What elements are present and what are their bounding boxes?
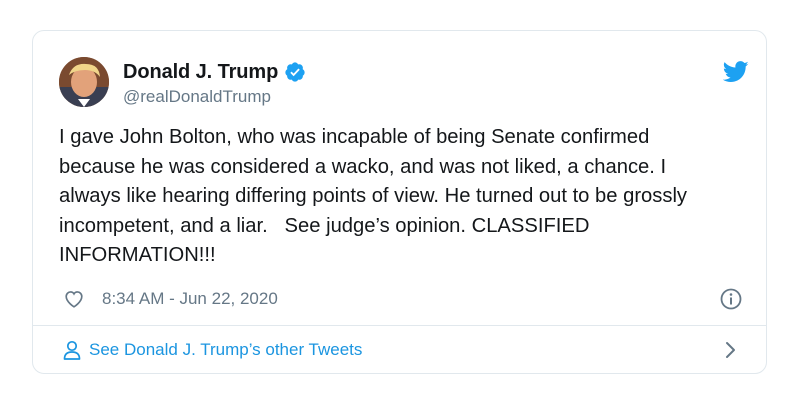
verified-badge-icon <box>284 61 306 83</box>
person-icon <box>63 340 81 360</box>
author-display-name[interactable]: Donald J. Trump <box>123 61 278 84</box>
author-names[interactable]: Donald J. Trump @realDonaldTrump <box>123 59 306 107</box>
see-other-tweets-label[interactable]: See Donald J. Trump’s other Tweets <box>89 340 362 360</box>
tweet-meta: 8:34 AM - Jun 22, 2020 <box>63 287 743 311</box>
twitter-bird-icon[interactable] <box>722 61 749 83</box>
tweet-timestamp[interactable]: 8:34 AM - Jun 22, 2020 <box>102 289 278 309</box>
info-icon[interactable] <box>719 287 743 311</box>
tweet-header: Donald J. Trump @realDonaldTrump <box>59 55 749 109</box>
heart-icon[interactable] <box>63 288 85 310</box>
avatar[interactable] <box>59 57 109 107</box>
tweet-text: I gave John Bolton, who was incapable of… <box>59 126 688 266</box>
author-handle[interactable]: @realDonaldTrump <box>123 87 306 107</box>
tweet-card[interactable]: Donald J. Trump @realDonaldTrump I gave … <box>32 30 767 374</box>
see-other-tweets-link[interactable]: See Donald J. Trump’s other Tweets <box>33 326 766 374</box>
chevron-right-icon[interactable] <box>724 340 738 360</box>
